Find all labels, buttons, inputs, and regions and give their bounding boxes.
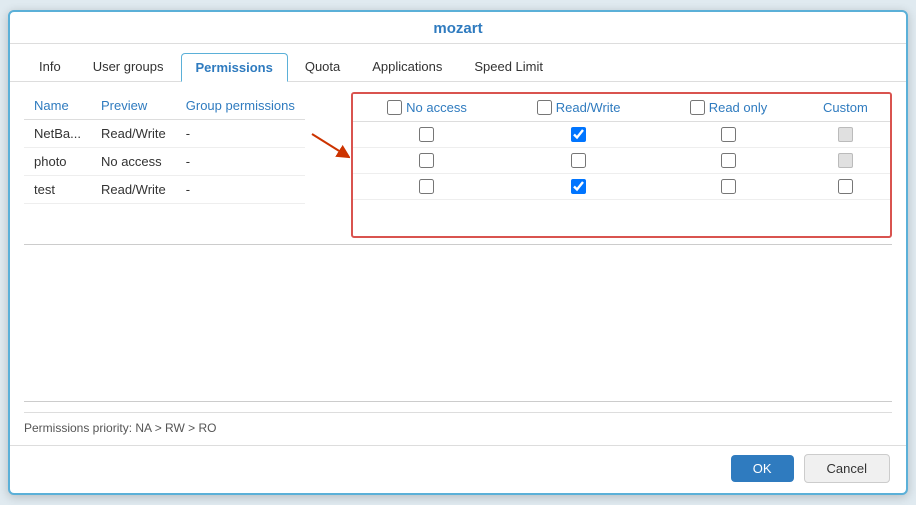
ok-button[interactable]: OK bbox=[731, 455, 794, 482]
read-write-checkbox-0[interactable] bbox=[571, 127, 586, 142]
right-table-wrapper: No access Read/Write bbox=[351, 92, 892, 238]
separator bbox=[24, 244, 892, 245]
cancel-button[interactable]: Cancel bbox=[804, 454, 890, 483]
read-only-checkbox-2[interactable] bbox=[721, 179, 736, 194]
table-row: test Read/Write - bbox=[24, 176, 305, 204]
cell-custom-0 bbox=[801, 122, 890, 148]
header-read-only-checkbox[interactable] bbox=[690, 100, 705, 115]
col-header-preview: Preview bbox=[91, 92, 176, 120]
col-header-no-access: No access bbox=[353, 94, 501, 122]
custom-disabled-icon-1 bbox=[838, 153, 853, 168]
read-only-checkbox-1[interactable] bbox=[721, 153, 736, 168]
col-header-group-permissions: Group permissions bbox=[176, 92, 305, 120]
main-table-area: Name Preview Group permissions NetBa... … bbox=[24, 92, 892, 238]
read-write-checkbox-2[interactable] bbox=[571, 179, 586, 194]
row-preview: No access bbox=[91, 148, 176, 176]
cell-no-access-1 bbox=[353, 148, 501, 174]
cell-read-write-2 bbox=[501, 174, 656, 200]
tab-speed-limit[interactable]: Speed Limit bbox=[459, 52, 558, 81]
row-preview: Read/Write bbox=[91, 176, 176, 204]
cell-read-write-0 bbox=[501, 122, 656, 148]
tab-user-groups[interactable]: User groups bbox=[78, 52, 179, 81]
header-no-access-checkbox[interactable] bbox=[387, 100, 402, 115]
content-area: Name Preview Group permissions NetBa... … bbox=[10, 82, 906, 445]
cell-read-write-1 bbox=[501, 148, 656, 174]
read-only-checkbox-0[interactable] bbox=[721, 127, 736, 142]
cell-read-only-0 bbox=[656, 122, 801, 148]
tab-applications[interactable]: Applications bbox=[357, 52, 457, 81]
dialog-footer: OK Cancel bbox=[10, 445, 906, 493]
arrow-area bbox=[305, 92, 351, 238]
arrow-icon bbox=[306, 126, 350, 162]
no-access-checkbox-2[interactable] bbox=[419, 179, 434, 194]
permissions-priority: Permissions priority: NA > RW > RO bbox=[24, 412, 892, 439]
row-group: - bbox=[176, 120, 305, 148]
cell-read-only-1 bbox=[656, 148, 801, 174]
tab-permissions[interactable]: Permissions bbox=[181, 53, 288, 82]
row-name: test bbox=[24, 176, 91, 204]
table-row: NetBa... Read/Write - bbox=[24, 120, 305, 148]
cell-read-only-2 bbox=[656, 174, 801, 200]
dialog: mozart Info User groups Permissions Quot… bbox=[8, 10, 908, 495]
row-name: photo bbox=[24, 148, 91, 176]
custom-disabled-icon-0 bbox=[838, 127, 853, 142]
row-group: - bbox=[176, 148, 305, 176]
cell-custom-1 bbox=[801, 148, 890, 174]
col-header-read-write: Read/Write bbox=[501, 94, 656, 122]
separator-2 bbox=[24, 401, 892, 402]
no-access-checkbox-0[interactable] bbox=[419, 127, 434, 142]
permissions-row bbox=[353, 174, 890, 200]
cell-no-access-2 bbox=[353, 174, 501, 200]
col-header-custom: Custom bbox=[801, 94, 890, 122]
table-row: photo No access - bbox=[24, 148, 305, 176]
row-group: - bbox=[176, 176, 305, 204]
custom-checkbox-2[interactable] bbox=[838, 179, 853, 194]
col-header-name: Name bbox=[24, 92, 91, 120]
row-preview: Read/Write bbox=[91, 120, 176, 148]
cell-no-access-0 bbox=[353, 122, 501, 148]
header-read-write-checkbox[interactable] bbox=[537, 100, 552, 115]
empty-area bbox=[24, 249, 892, 395]
tab-bar: Info User groups Permissions Quota Appli… bbox=[10, 44, 906, 82]
col-header-read-only: Read only bbox=[656, 94, 801, 122]
tab-quota[interactable]: Quota bbox=[290, 52, 355, 81]
cell-custom-2 bbox=[801, 174, 890, 200]
row-name: NetBa... bbox=[24, 120, 91, 148]
read-write-checkbox-1[interactable] bbox=[571, 153, 586, 168]
dialog-title: mozart bbox=[10, 12, 906, 44]
left-table: Name Preview Group permissions NetBa... … bbox=[24, 92, 305, 238]
tab-info[interactable]: Info bbox=[24, 52, 76, 81]
no-access-checkbox-1[interactable] bbox=[419, 153, 434, 168]
permissions-row bbox=[353, 148, 890, 174]
permissions-row bbox=[353, 122, 890, 148]
